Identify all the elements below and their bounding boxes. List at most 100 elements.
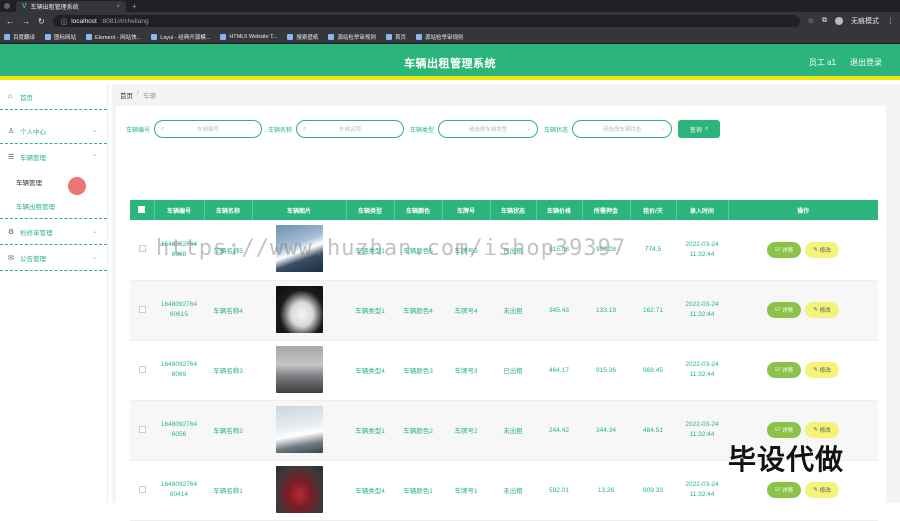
cell-time: 2022-03-24 11:32:44 (676, 340, 728, 401)
name-filter-input[interactable]: ⌕ 车辆名称 (296, 120, 405, 138)
car-image (275, 285, 323, 333)
car-image (275, 465, 323, 513)
cell-color: 车辆颜色2 (394, 400, 442, 461)
detail-button[interactable]: ☑ 详情 (767, 241, 801, 258)
car-image (275, 345, 323, 393)
bookmark-item[interactable]: 源站检举审规则 (415, 33, 463, 41)
select-all-header[interactable] (130, 200, 155, 220)
bookmark-item[interactable]: Element - 网站快... (86, 33, 141, 41)
select-all-checkbox[interactable] (138, 205, 146, 213)
edit-button[interactable]: ✎ 修改 (805, 422, 839, 438)
cell-plate: 车牌号1 (442, 460, 490, 521)
close-tab-icon[interactable]: × (116, 4, 120, 10)
bookmark-item[interactable]: 图标网站 (45, 33, 76, 41)
bookmark-item[interactable]: 搜索壁纸 (287, 33, 318, 41)
detail-button[interactable]: ☑ 详情 (767, 362, 801, 378)
address-bar[interactable]: ⓘ localhost:8081/#/cheliang (52, 15, 800, 27)
incognito-avatar[interactable] (835, 17, 843, 25)
cell-price: 345.43 (536, 280, 582, 341)
edit-icon: ✎ (813, 367, 818, 373)
list-icon: ☰ (8, 154, 15, 161)
edit-button[interactable]: ✎ 修改 (805, 241, 839, 258)
column-header: 租价/天 (630, 200, 677, 220)
sidebar-subitem-vehicle-rental[interactable]: 车辆出租管理 (0, 194, 107, 218)
code-filter-label: 车辆编号 (126, 127, 151, 134)
edit-icon: ✎ (813, 427, 818, 433)
cell-time: 2022-03-24 11:32:44 (676, 400, 728, 461)
sidebar-item-notice[interactable]: ✉ 公告管理 ⌄ (0, 245, 107, 271)
chevron-down-icon: ⌄ (660, 126, 666, 132)
cell-rent: 162.71 (630, 280, 676, 341)
sidebar-item-label: 公告管理 (20, 255, 46, 263)
sidebar-item-personal[interactable]: ♙ 个人中心 ⌄ (0, 118, 107, 144)
breadcrumb-current: 车辆 (142, 93, 156, 100)
bookmark-item[interactable]: 百度翻译 (4, 33, 35, 41)
extensions-icon[interactable]: ⧉ (822, 17, 827, 25)
more-menu-icon[interactable]: ⋮ (887, 17, 894, 25)
sidebar-item-fix[interactable]: ⚙ 检修单管理 ⌄ (0, 219, 107, 245)
bookmark-item[interactable]: HTML5 Website T... (220, 33, 277, 40)
detail-icon: ☑ (775, 427, 780, 433)
chevron-down-icon: ⌄ (91, 128, 97, 134)
browser-tab[interactable]: V 车辆出租管理系统 × (16, 1, 126, 12)
logout-link[interactable]: 退出登录 (850, 57, 882, 68)
row-checkbox[interactable] (138, 365, 146, 373)
detail-button[interactable]: ☑ 详情 (767, 422, 801, 438)
search-icon: ⌕ (704, 125, 709, 132)
bookmark-item[interactable]: 首页 (385, 33, 406, 41)
status-filter-select[interactable]: 请选择车辆状态 ⌄ (572, 120, 673, 138)
cell-code: 1648092764 60414 (154, 460, 204, 521)
cell-plate: 车牌号3 (442, 340, 490, 401)
column-header: 车辆颜色 (394, 200, 443, 220)
cell-type: 车辆类型1 (346, 280, 394, 341)
query-button[interactable]: 查询 ⌕ (678, 120, 721, 138)
cell-deposit: 915.36 (582, 340, 630, 401)
forward-icon[interactable]: → (22, 17, 30, 26)
edit-button[interactable]: ✎ 修改 (805, 482, 839, 498)
sidebar-item-home[interactable]: ⌂ 首页 (0, 84, 107, 110)
filter-bar: 车辆编号 ⌕ 车辆编号 车辆名称 ⌕ 车辆名称 车辆类型 请选择车辆类型 ⌄ 车… (126, 120, 721, 138)
bookmark-item[interactable]: Layui - 经典开源模... (151, 33, 210, 41)
back-icon[interactable]: ← (6, 17, 14, 26)
address-path: :8081/#/cheliang (100, 17, 149, 25)
new-tab-button[interactable]: + (132, 2, 137, 11)
sidebar-subitem-vehicle[interactable]: 车辆管理 (0, 170, 107, 194)
row-checkbox[interactable] (138, 425, 146, 433)
car-image (275, 405, 323, 453)
row-checkbox[interactable] (138, 485, 146, 493)
bookmark-item[interactable]: 源站检举审规则 (328, 33, 376, 41)
user-label[interactable]: 员工 a1 (809, 57, 836, 68)
cell-time: 2022-03-24 11:32:44 (676, 280, 728, 341)
cell-type: 车辆类型4 (346, 460, 394, 521)
corner-overlay-text: 毕设代做 (728, 443, 845, 476)
row-checkbox[interactable] (138, 305, 146, 313)
reload-icon[interactable]: ↻ (38, 17, 45, 26)
app-header: 车辆出租管理系统 员工 a1 退出登录 (0, 44, 900, 80)
profile-label[interactable]: 无痕模式 (851, 16, 879, 26)
tab-title: 车辆出租管理系统 (30, 5, 79, 11)
cell-rent: 968.45 (630, 340, 676, 401)
edit-button[interactable]: ✎ 修改 (805, 302, 839, 318)
cell-type: 车辆类型4 (346, 340, 394, 401)
type-filter-select[interactable]: 请选择车辆类型 ⌄ (438, 120, 539, 138)
search-icon: ⌕ (303, 125, 307, 132)
code-filter-input[interactable]: ⌕ 车辆编号 (154, 120, 263, 138)
row-checkbox[interactable] (138, 245, 146, 253)
cell-image (252, 460, 346, 521)
detail-button[interactable]: ☑ 详情 (767, 302, 801, 318)
column-header: 车辆名称 (204, 200, 253, 220)
browser-tab-bar: V 车辆出租管理系统 × + (0, 0, 900, 12)
detail-button[interactable]: ☑ 详情 (767, 482, 801, 498)
breadcrumb-home[interactable]: 首页 (120, 90, 133, 102)
chevron-down-icon: ⌄ (91, 229, 97, 235)
sidebar-item-vehicle[interactable]: ☰ 车辆管理 ⌃ (0, 144, 107, 170)
app-title: 车辆出租管理系统 (404, 58, 496, 70)
window-menu-icon[interactable] (4, 3, 10, 9)
column-header: 所需押金 (582, 200, 631, 220)
search-icon: ⌕ (161, 125, 165, 132)
cell-deposit: 344.34 (582, 400, 630, 461)
cell-image (252, 280, 346, 341)
edit-button[interactable]: ✎ 修改 (805, 362, 839, 378)
star-icon[interactable]: ☆ (808, 17, 814, 25)
sidebar: ⌂ 首页 ♙ 个人中心 ⌄ ☰ 车辆管理 ⌃ 车辆管理 车辆出租管理 ⚙ 检修单… (0, 84, 108, 503)
